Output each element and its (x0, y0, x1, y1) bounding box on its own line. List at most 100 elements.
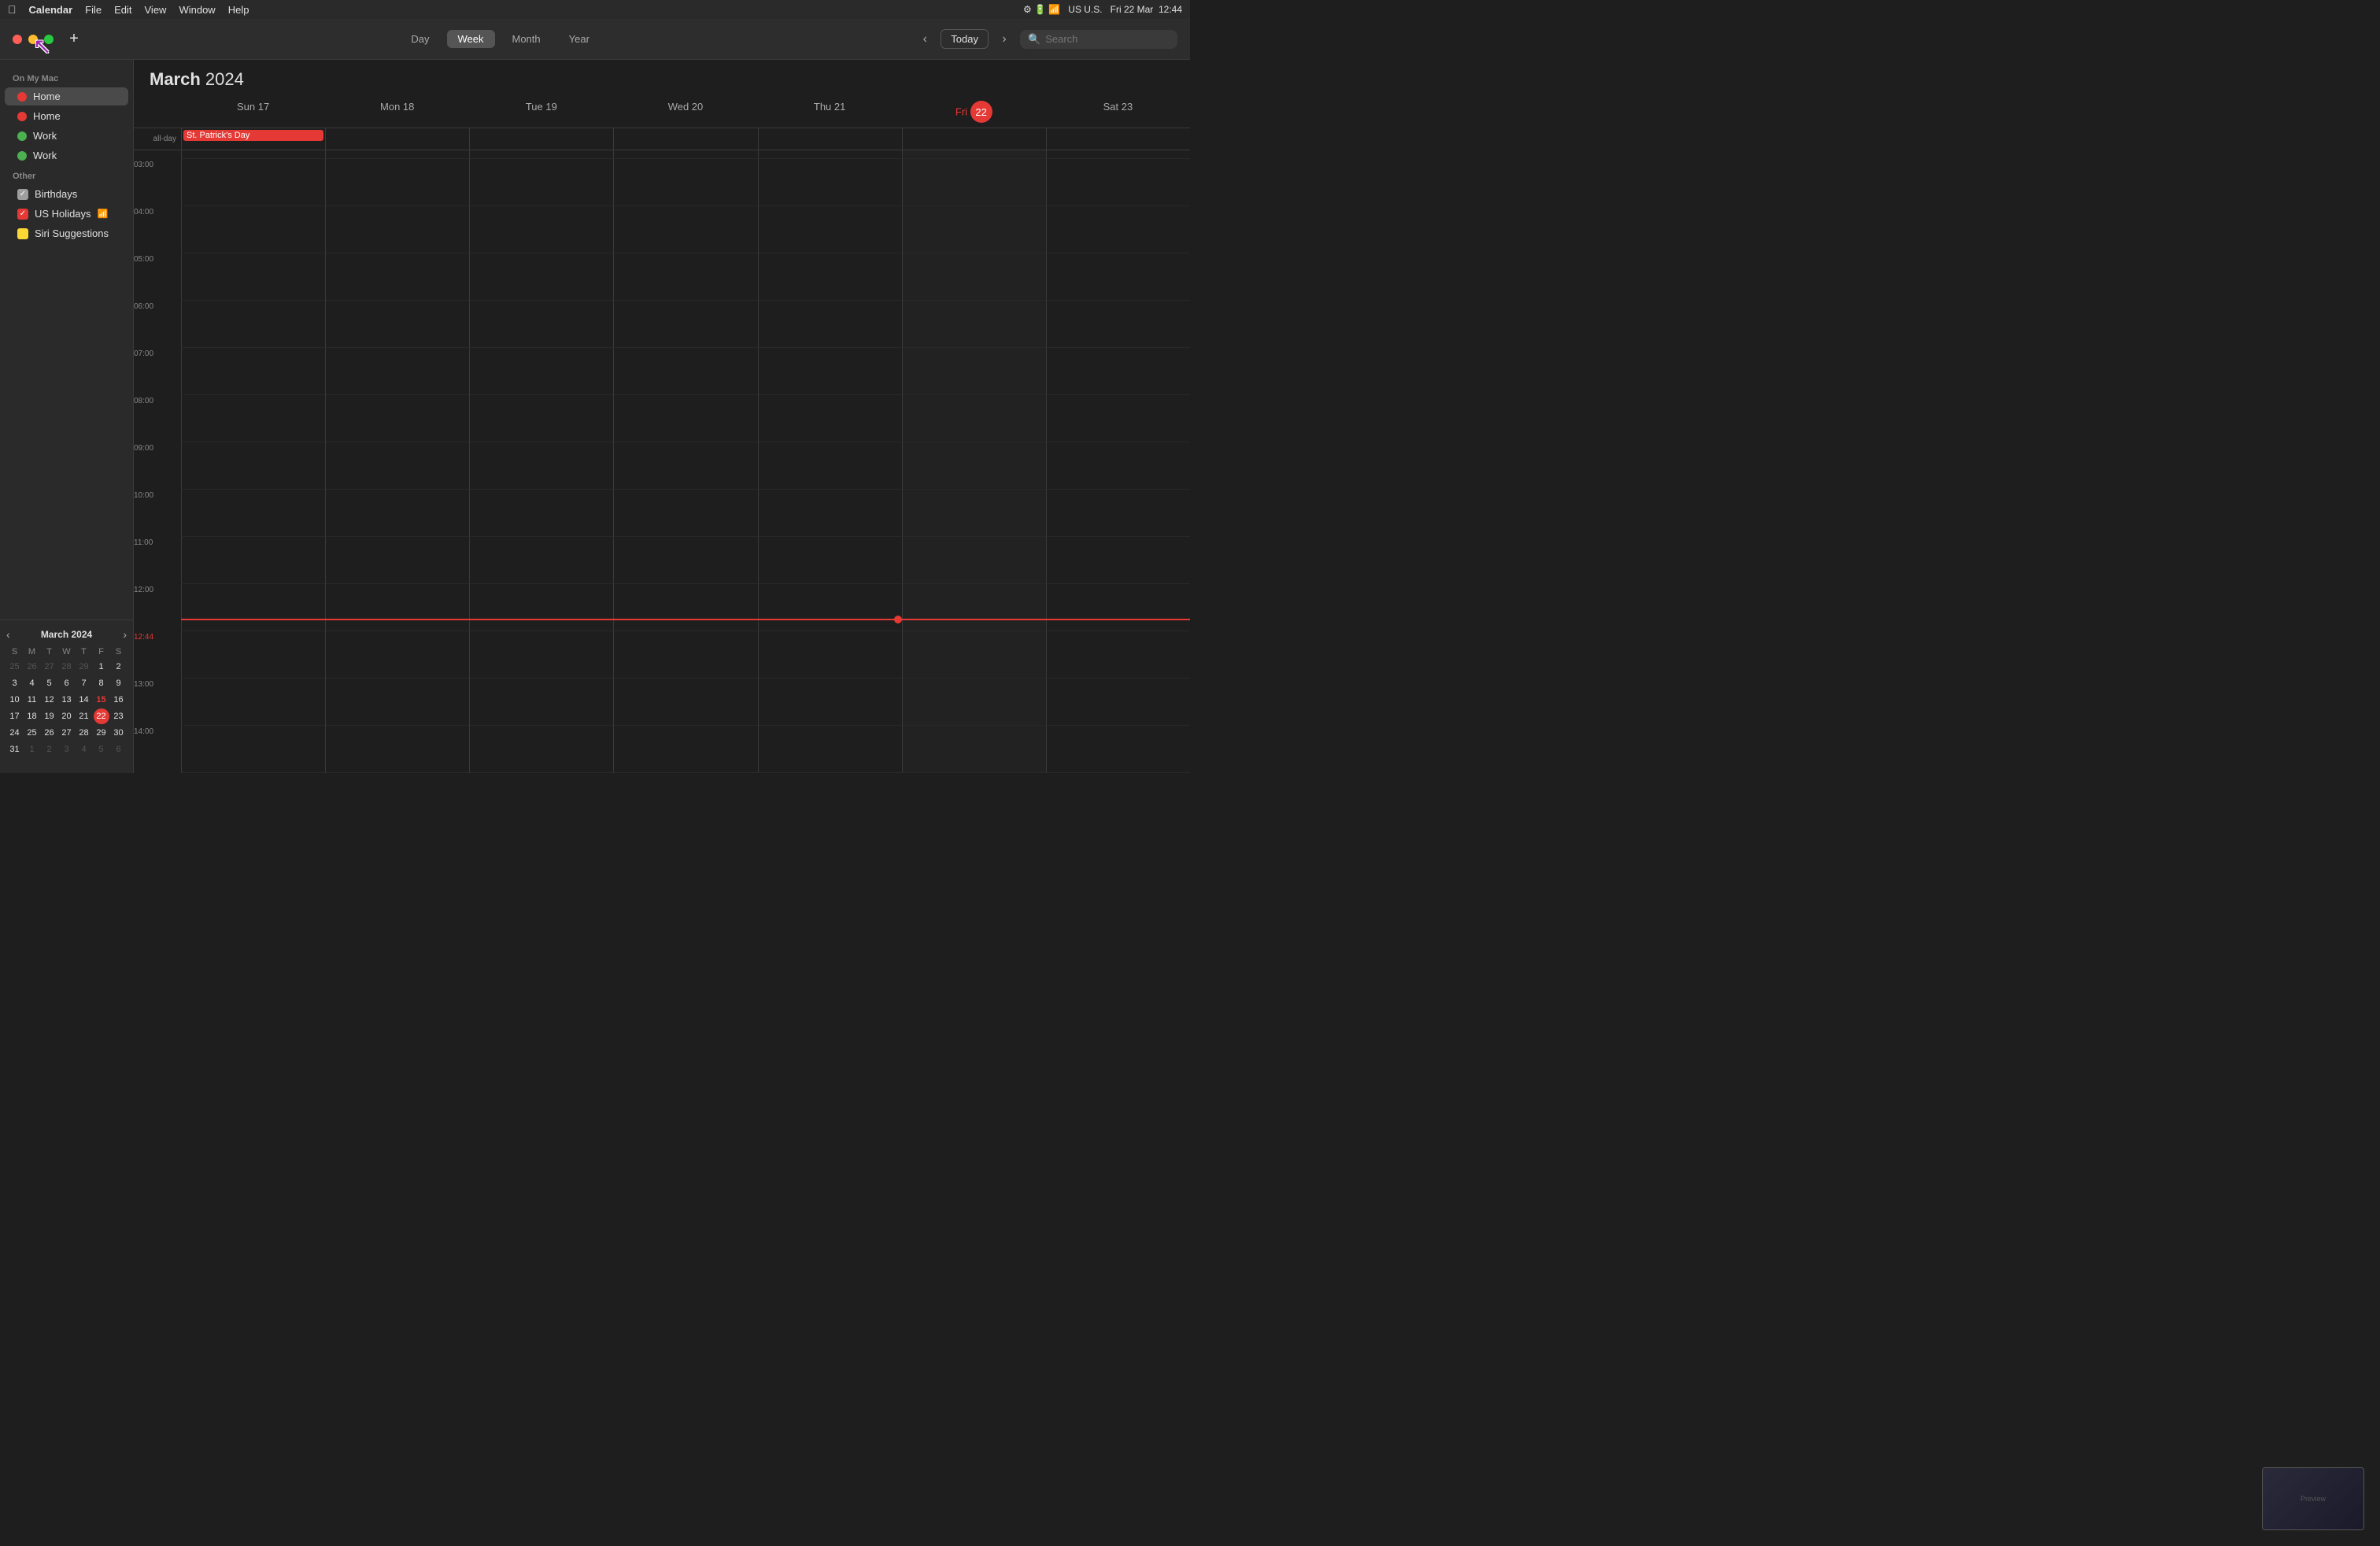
allday-cell-wed[interactable] (613, 128, 757, 150)
mini-cal-day[interactable]: 26 (42, 725, 57, 741)
mini-cal-day[interactable]: 9 (111, 675, 127, 691)
mini-cal-day[interactable]: 16 (111, 692, 127, 708)
mini-cal-day[interactable]: 6 (59, 675, 75, 691)
mini-cal-day[interactable]: 2 (111, 659, 127, 675)
mini-cal-day[interactable]: 6 (111, 742, 127, 757)
menu-file[interactable]: File (85, 4, 102, 16)
mini-cal-day[interactable]: 13 (59, 692, 75, 708)
mini-cal-next[interactable]: › (123, 628, 127, 641)
allday-cell-fri[interactable] (902, 128, 1046, 150)
allday-cell-sun[interactable]: St. Patrick's Day (181, 128, 325, 150)
time-0900: 09:00 (134, 442, 181, 490)
minimize-button[interactable] (28, 35, 38, 44)
apple-logo-icon[interactable]:  (8, 3, 17, 16)
mini-cal-day[interactable]: 1 (24, 742, 40, 757)
siri-checkbox[interactable] (17, 228, 28, 239)
mini-cal-day[interactable]: 1 (94, 659, 109, 675)
col-sun: Sun 17 (181, 96, 325, 128)
mini-cal-day[interactable]: 3 (7, 675, 23, 691)
allday-cell-sat[interactable] (1046, 128, 1190, 150)
prev-week-button[interactable]: ‹ (915, 30, 934, 49)
mini-cal-day[interactable]: 31 (7, 742, 23, 757)
search-input[interactable] (1045, 33, 1170, 45)
col-tue: Tue 19 (469, 96, 613, 128)
mini-cal-day-15[interactable]: 15 (94, 692, 109, 708)
mini-cal-day[interactable]: 12 (42, 692, 57, 708)
us-holidays-checkbox[interactable]: ✓ (17, 209, 28, 220)
add-event-button[interactable]: + (63, 28, 85, 50)
mini-cal-day[interactable]: 11 (24, 692, 40, 708)
mini-cal-day[interactable]: 5 (42, 675, 57, 691)
sidebar-item-work-1[interactable]: Work (5, 127, 128, 145)
today-button[interactable]: Today (941, 29, 989, 49)
close-button[interactable] (13, 35, 22, 44)
mini-cal-day[interactable]: 28 (59, 659, 75, 675)
next-week-button[interactable]: › (995, 30, 1014, 49)
view-day-button[interactable]: Day (400, 30, 440, 48)
st-patricks-event[interactable]: St. Patrick's Day (183, 130, 323, 141)
view-month-button[interactable]: Month (501, 30, 552, 48)
time-1400: 13:00 (134, 679, 181, 726)
sidebar-item-us-holidays[interactable]: ✓ US Holidays 📶 (5, 205, 128, 223)
view-year-button[interactable]: Year (558, 30, 601, 48)
mini-cal-day[interactable]: 7 (76, 675, 92, 691)
mini-cal-day[interactable]: 23 (111, 708, 127, 724)
mini-cal-day[interactable]: 3 (59, 742, 75, 757)
mini-cal-day[interactable]: 21 (76, 708, 92, 724)
mini-cal-day[interactable]: 29 (76, 659, 92, 675)
menu-calendar[interactable]: Calendar (29, 4, 73, 16)
time-0700: 07:00 (134, 348, 181, 395)
mini-cal-day[interactable]: 19 (42, 708, 57, 724)
allday-cell-mon[interactable] (325, 128, 469, 150)
birthdays-checkbox[interactable]: ✓ (17, 189, 28, 200)
signal-icon: 📶 (98, 209, 109, 219)
mini-cal-day[interactable]: 24 (7, 725, 23, 741)
allday-cell-tue[interactable] (469, 128, 613, 150)
mini-cal-day[interactable]: 4 (24, 675, 40, 691)
sidebar-item-label: Siri Suggestions (35, 227, 109, 239)
sidebar-item-label: Home (33, 110, 61, 122)
sidebar-item-home-1[interactable]: Home (5, 87, 128, 105)
mini-cal-prev[interactable]: ‹ (6, 628, 10, 641)
mini-cal-day[interactable]: 30 (111, 725, 127, 741)
time-grid[interactable]: 01:00 02:00 (134, 150, 1190, 773)
mini-cal-day[interactable]: 14 (76, 692, 92, 708)
view-week-button[interactable]: Week (447, 30, 495, 48)
mini-cal-day[interactable]: 27 (59, 725, 75, 741)
mini-cal-day[interactable]: 5 (94, 742, 109, 757)
mini-cal-day[interactable]: 18 (24, 708, 40, 724)
mini-cal-day-today[interactable]: 22 (94, 708, 109, 724)
mini-cal-day[interactable]: 25 (7, 659, 23, 675)
mini-cal-day[interactable]: 20 (59, 708, 75, 724)
menu-view[interactable]: View (145, 4, 167, 16)
menu-edit[interactable]: Edit (114, 4, 131, 16)
calendar-main: March 2024 Sun 17 Mon 18 Tue 19 Wed 20 T… (134, 60, 1190, 773)
mini-cal-day[interactable]: 2 (42, 742, 57, 757)
menu-help[interactable]: Help (228, 4, 249, 16)
sidebar-item-siri[interactable]: Siri Suggestions (5, 224, 128, 242)
mini-cal-day[interactable]: 4 (76, 742, 92, 757)
sidebar: On My Mac Home Home Work Work Other ✓ (0, 60, 134, 773)
app-window: + Day Week Month Year ‹ Today › 🔍 On My … (0, 19, 1190, 773)
allday-cell-thu[interactable] (758, 128, 902, 150)
sidebar-item-birthdays[interactable]: ✓ Birthdays (5, 185, 128, 203)
mini-cal-day[interactable]: 28 (76, 725, 92, 741)
sidebar-item-label: Work (33, 150, 57, 161)
mini-cal-day[interactable]: 29 (94, 725, 109, 741)
sidebar-item-home-2[interactable]: Home (5, 107, 128, 125)
search-icon: 🔍 (1028, 33, 1040, 46)
mini-cal-day[interactable]: 17 (7, 708, 23, 724)
mini-cal-grid: S M T W T F S 25 26 27 28 29 1 2 3 (6, 645, 127, 757)
mini-cal-day[interactable]: 8 (94, 675, 109, 691)
mini-cal-day[interactable]: 26 (24, 659, 40, 675)
menu-window[interactable]: Window (179, 4, 215, 16)
col-fri: Fri 22 (902, 96, 1046, 128)
mini-cal-day[interactable]: 25 (24, 725, 40, 741)
home-2-color-dot (17, 112, 27, 121)
search-box[interactable]: 🔍 (1020, 30, 1177, 49)
sidebar-item-work-2[interactable]: Work (5, 146, 128, 165)
time-1100: 11:00 (134, 537, 181, 584)
mini-cal-day[interactable]: 10 (7, 692, 23, 708)
maximize-button[interactable] (44, 35, 54, 44)
mini-cal-day[interactable]: 27 (42, 659, 57, 675)
